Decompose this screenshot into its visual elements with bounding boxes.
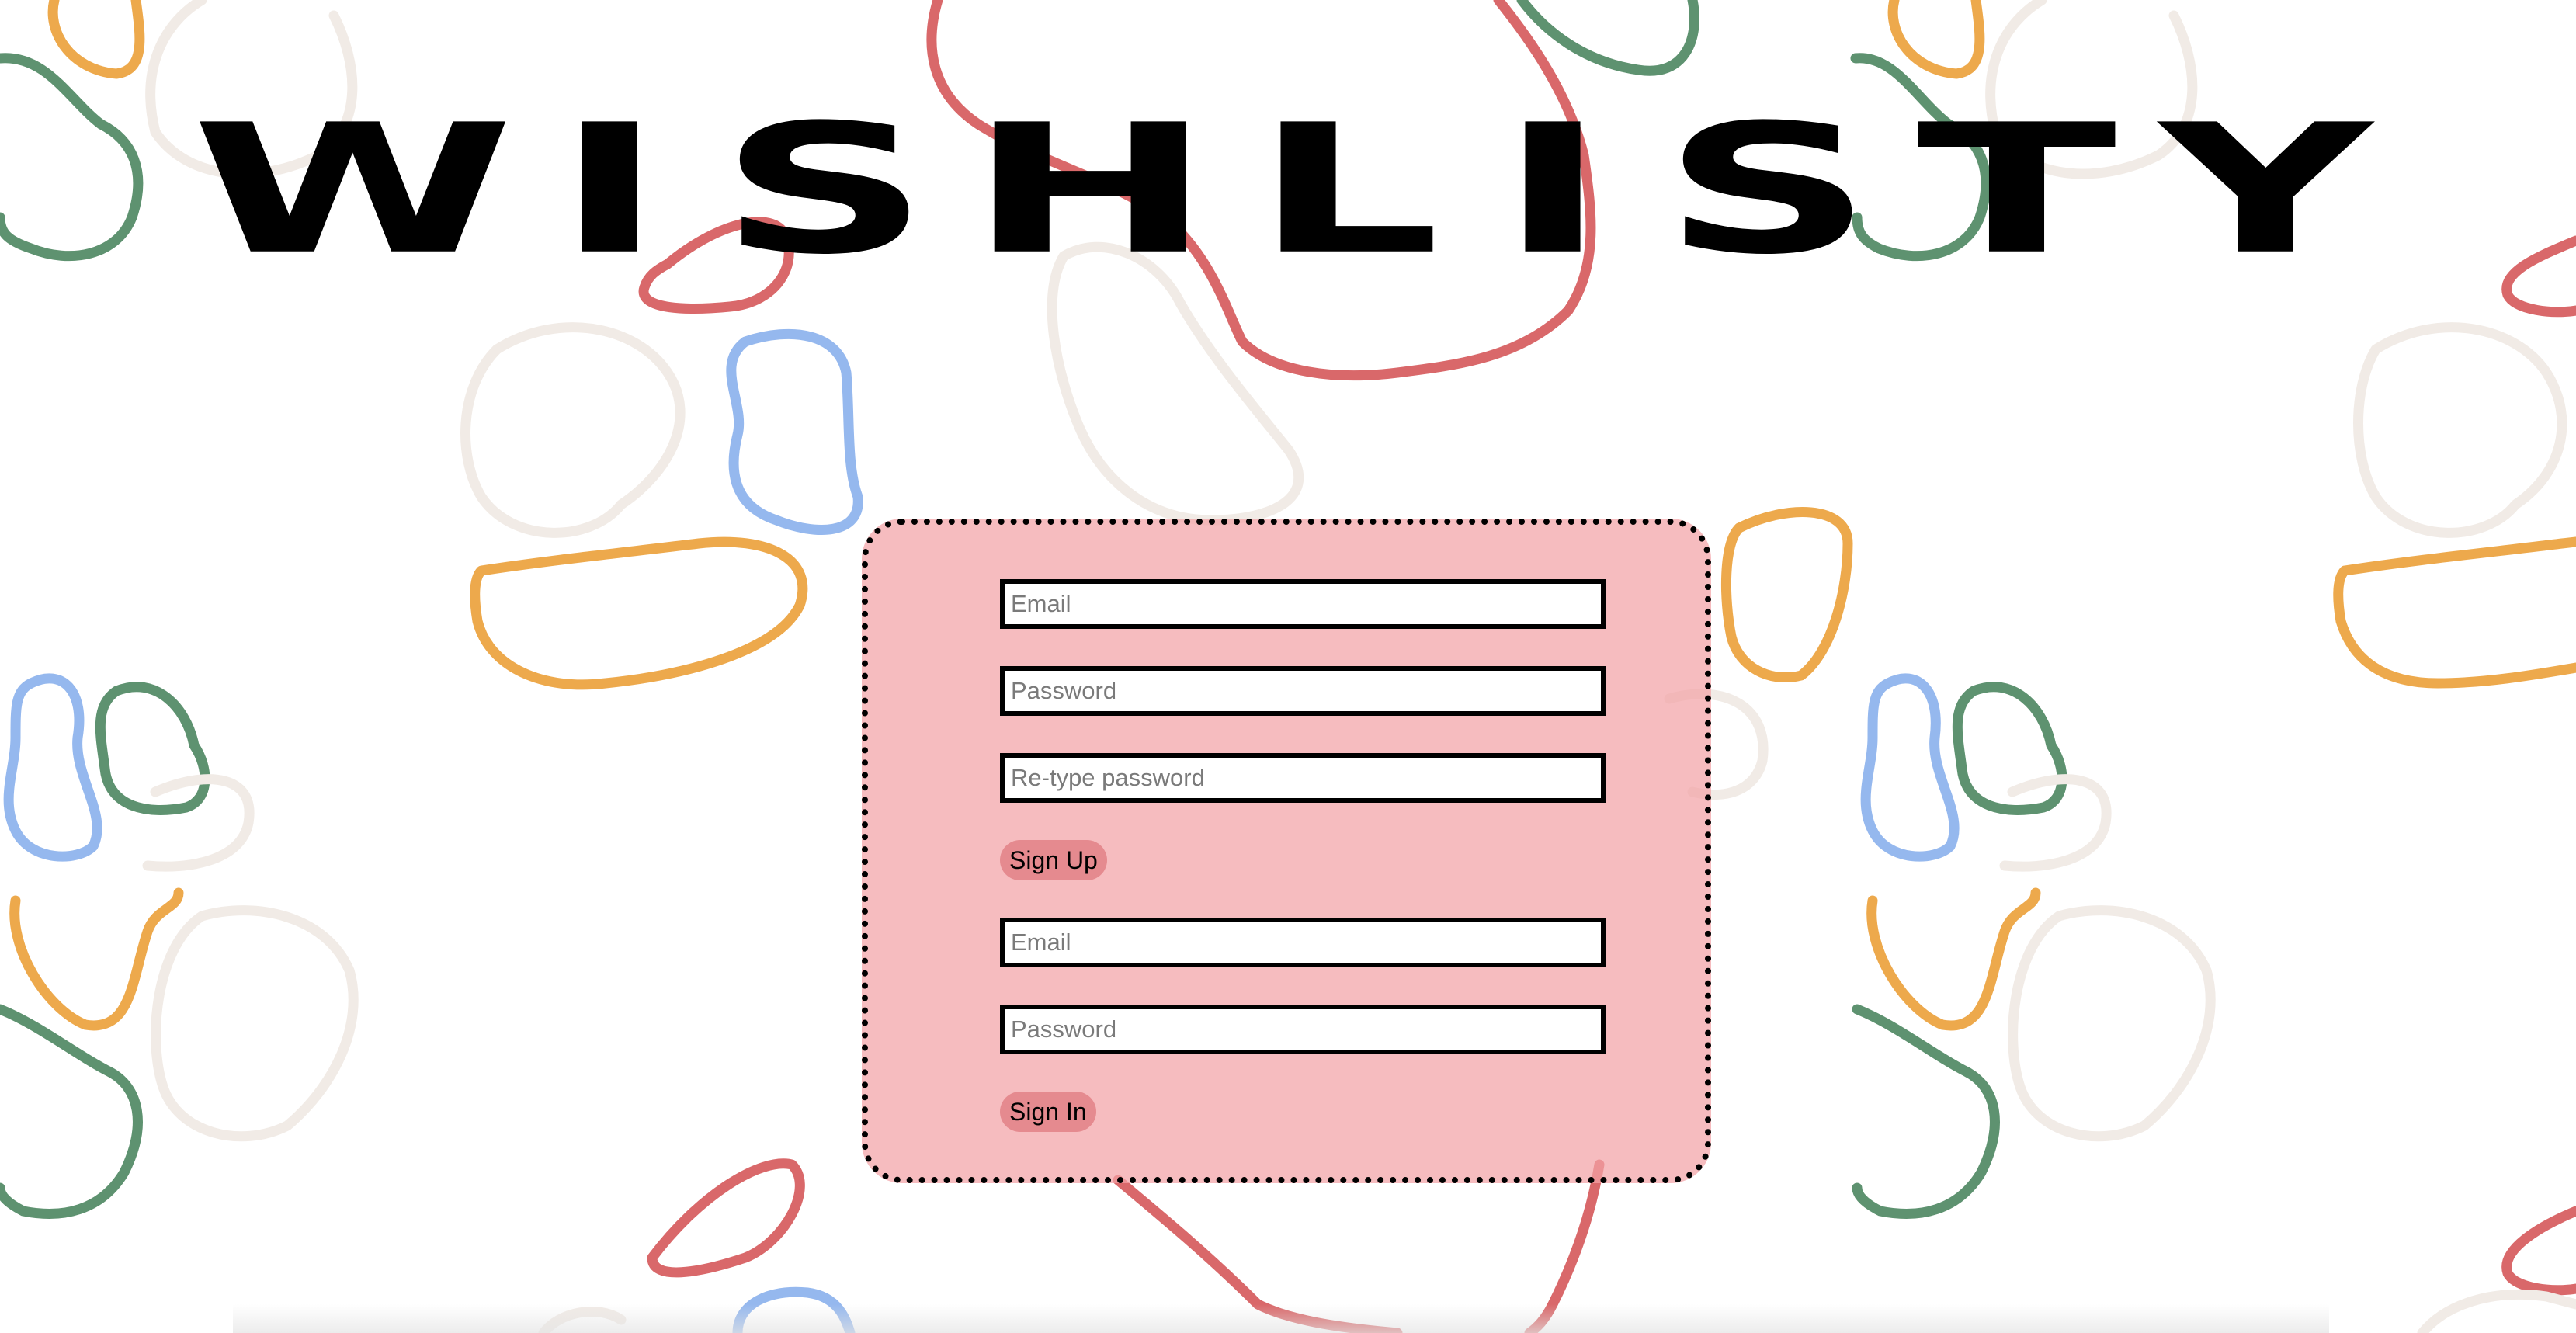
- signup-password-input[interactable]: [1000, 666, 1606, 716]
- doodle-shape-orange: [1720, 507, 1853, 683]
- doodle-shape-blue: [1860, 673, 1960, 862]
- doodle-shape-green: [0, 53, 144, 262]
- logo-letter: S: [1662, 86, 1874, 294]
- doodle-shape-beige: [2008, 905, 2216, 1142]
- doodle-shape-blue: [726, 328, 863, 535]
- logo-letter: I: [554, 86, 665, 294]
- logo-letter: L: [1253, 86, 1441, 294]
- logo-letter: T: [1916, 86, 2117, 294]
- doodle-shape-red: [647, 1158, 805, 1278]
- doodle-shape-beige: [460, 322, 686, 538]
- doodle-shape-beige: [2417, 1290, 2576, 1333]
- signup-email-input[interactable]: [1000, 579, 1606, 629]
- doodle-shape-orange: [1887, 0, 1985, 79]
- logo-letter: H: [967, 86, 1213, 294]
- logo-letter: W: [190, 86, 515, 294]
- doodle-shape-green: [1852, 1004, 2000, 1219]
- signin-email-input[interactable]: [1000, 918, 1606, 967]
- signup-form: Sign Up: [1000, 579, 1606, 880]
- bottom-shadow: [233, 1304, 2329, 1333]
- doodle-shape-green: [0, 1004, 143, 1219]
- doodle-shape-red: [2501, 235, 2576, 318]
- app-logo: W I S H L I S T Y: [191, 85, 2373, 295]
- signin-password-input[interactable]: [1000, 1005, 1606, 1054]
- doodle-shape-orange: [470, 536, 808, 690]
- logo-letter: I: [1498, 86, 1608, 294]
- signup-retype-password-input[interactable]: [1000, 753, 1606, 803]
- page: W I S H L I S T Y Sign Up Sign In: [0, 0, 2576, 1333]
- auth-card: Sign Up Sign In: [862, 519, 1711, 1183]
- doodle-shape-beige: [151, 905, 359, 1142]
- doodle-shape-blue: [3, 673, 102, 862]
- doodle-shape-red: [2501, 1206, 2576, 1296]
- sign-in-button[interactable]: Sign In: [1000, 1092, 1096, 1132]
- logo-letter: Y: [2159, 86, 2373, 294]
- doodle-shape-orange: [47, 0, 145, 79]
- logo-letter: S: [718, 86, 931, 294]
- sign-up-button[interactable]: Sign Up: [1000, 840, 1107, 880]
- signin-form: Sign In: [1000, 918, 1606, 1132]
- doodle-shape-orange: [2333, 536, 2576, 689]
- doodle-shape-beige: [2353, 322, 2567, 538]
- doodle-shape-green: [1516, 0, 1699, 76]
